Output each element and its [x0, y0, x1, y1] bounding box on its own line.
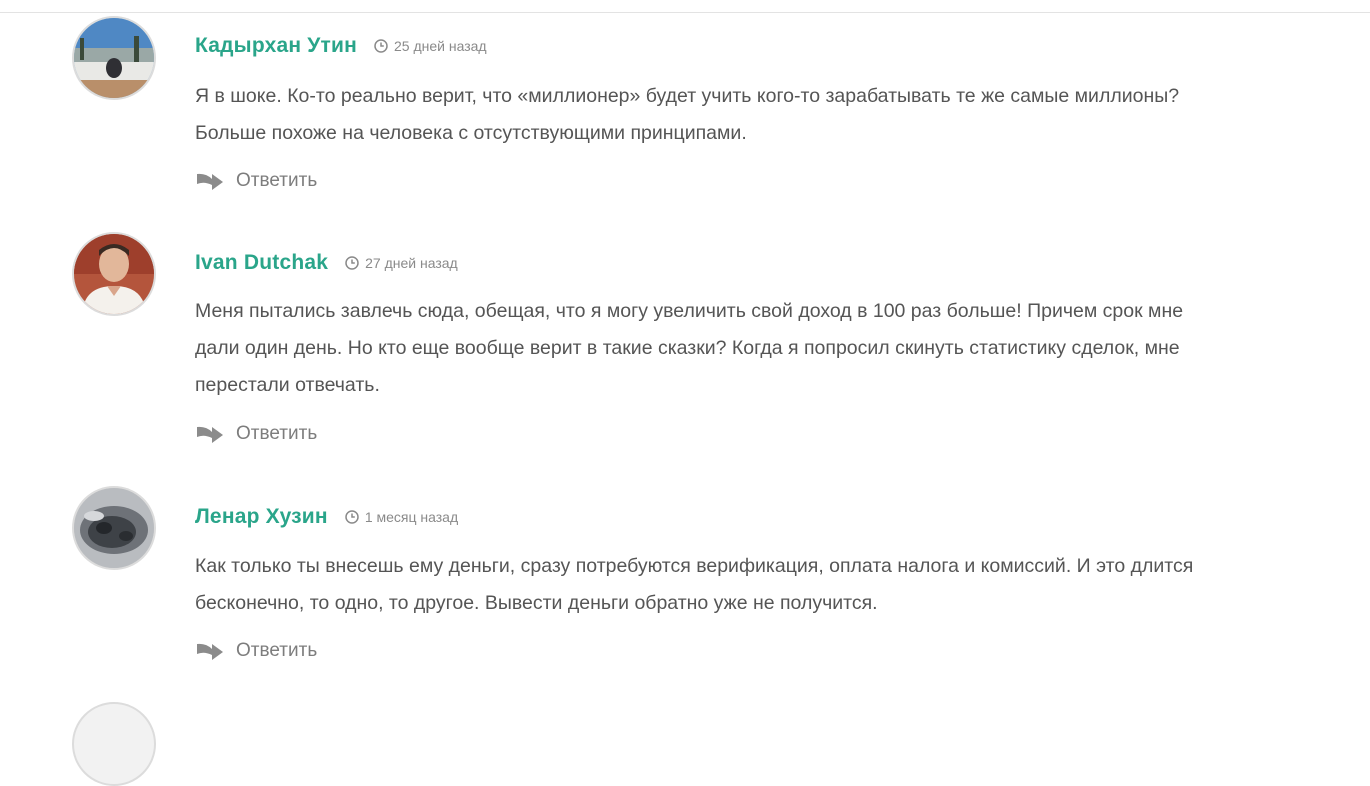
- reply-arrow-icon: [197, 643, 223, 660]
- reply-button[interactable]: Ответить: [196, 421, 317, 447]
- comment-author[interactable]: Ленар Хузин: [195, 505, 328, 529]
- comment-author[interactable]: Ivan Dutchak: [195, 251, 328, 275]
- next-comment-avatar[interactable]: [72, 702, 156, 786]
- clock-icon: [374, 39, 388, 53]
- comment-list: Кадырхан Утин 25 дней назад Я в шоке. Ко…: [0, 0, 1370, 786]
- reply-label: Ответить: [236, 640, 318, 661]
- avatar[interactable]: [72, 16, 156, 100]
- comment-text: Как только ты внесешь ему деньги, сразу …: [195, 555, 1194, 614]
- comment-text: Меня пытались завлечь сюда, обещая, что …: [195, 300, 1184, 396]
- comment-time[interactable]: 27 дней назад: [365, 255, 458, 271]
- comment-header: Ленар Хузин 1 месяц назад: [195, 503, 458, 531]
- avatar-blurred-icon: [74, 488, 154, 568]
- comment-header: Кадырхан Утин 25 дней назад: [195, 32, 487, 60]
- avatar-person-icon: [74, 234, 154, 314]
- comment-text: Я в шоке. Ко-то реально верит, что «милл…: [195, 85, 1180, 144]
- reply-label: Ответить: [236, 170, 318, 191]
- avatar-landscape-icon: [74, 18, 154, 98]
- clock-icon: [345, 256, 359, 270]
- reply-button[interactable]: Ответить: [196, 168, 317, 194]
- reply-button[interactable]: Ответить: [196, 638, 317, 664]
- comment-time[interactable]: 25 дней назад: [394, 38, 487, 54]
- reply-arrow-icon: [197, 426, 223, 443]
- comment-header: Ivan Dutchak 27 дней назад: [195, 249, 458, 277]
- avatar[interactable]: [72, 486, 156, 570]
- clock-icon: [345, 510, 359, 524]
- comment-time[interactable]: 1 месяц назад: [365, 509, 458, 525]
- comment-author[interactable]: Кадырхан Утин: [195, 34, 357, 58]
- avatar[interactable]: [72, 232, 156, 316]
- reply-label: Ответить: [236, 423, 318, 444]
- reply-arrow-icon: [197, 173, 223, 190]
